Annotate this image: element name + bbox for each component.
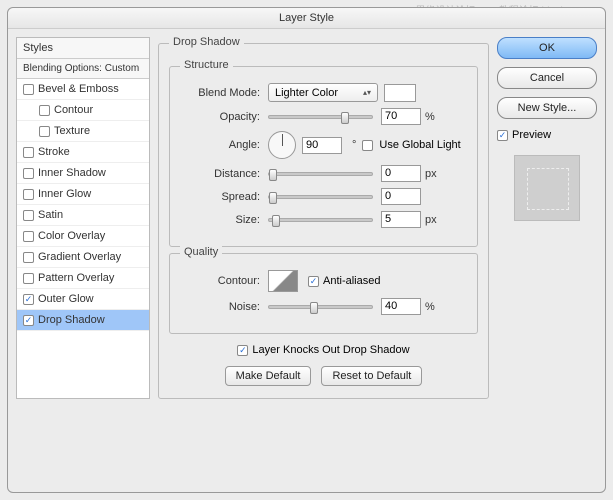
layer-style-dialog: Layer Style Styles Blending Options: Cus… (7, 7, 606, 493)
shadow-color-swatch[interactable] (384, 84, 416, 102)
blending-options-header[interactable]: Blending Options: Custom (17, 59, 149, 79)
reset-default-button[interactable]: Reset to Default (321, 366, 422, 386)
angle-label: Angle: (180, 139, 260, 151)
preview-thumbnail (514, 155, 580, 221)
spread-label: Spread: (180, 191, 260, 203)
style-item-label: Stroke (38, 146, 70, 158)
global-light-checkbox[interactable] (362, 140, 373, 151)
distance-label: Distance: (180, 168, 260, 180)
style-item-stroke[interactable]: Stroke (17, 142, 149, 163)
style-checkbox[interactable] (23, 189, 34, 200)
blend-mode-label: Blend Mode: (180, 87, 260, 99)
noise-slider[interactable] (268, 305, 373, 309)
noise-unit: % (425, 301, 435, 313)
structure-group: Structure Blend Mode: Lighter Color ▴▾ O… (169, 66, 478, 247)
global-light-label: Use Global Light (379, 139, 460, 151)
blend-mode-select[interactable]: Lighter Color ▴▾ (268, 83, 378, 102)
opacity-input[interactable]: 70 (381, 108, 421, 125)
contour-label: Contour: (180, 275, 260, 287)
size-input[interactable]: 5 (381, 211, 421, 228)
structure-legend: Structure (180, 59, 233, 71)
noise-input[interactable]: 40 (381, 298, 421, 315)
style-checkbox[interactable] (23, 147, 34, 158)
angle-unit: ° (352, 139, 356, 151)
styles-list: Styles Blending Options: Custom Bevel & … (16, 37, 150, 399)
opacity-slider[interactable] (268, 115, 373, 119)
quality-legend: Quality (180, 246, 222, 258)
size-unit: px (425, 214, 437, 226)
style-item-gradient-overlay[interactable]: Gradient Overlay (17, 247, 149, 268)
style-item-satin[interactable]: Satin (17, 205, 149, 226)
drop-shadow-group: Drop Shadow Structure Blend Mode: Lighte… (158, 43, 489, 399)
distance-unit: px (425, 168, 437, 180)
style-item-label: Contour (54, 104, 93, 116)
quality-group: Quality Contour: Anti-aliased Noise: 40 … (169, 253, 478, 334)
opacity-unit: % (425, 111, 435, 123)
style-item-label: Pattern Overlay (38, 272, 114, 284)
anti-aliased-checkbox[interactable] (308, 276, 319, 287)
style-checkbox[interactable] (23, 231, 34, 242)
style-item-label: Color Overlay (38, 230, 105, 242)
angle-input[interactable]: 90 (302, 137, 342, 154)
style-checkbox[interactable] (39, 105, 50, 116)
make-default-button[interactable]: Make Default (225, 366, 312, 386)
style-item-inner-shadow[interactable]: Inner Shadow (17, 163, 149, 184)
styles-header[interactable]: Styles (17, 38, 149, 59)
distance-slider[interactable] (268, 172, 373, 176)
style-checkbox[interactable] (23, 168, 34, 179)
style-item-drop-shadow[interactable]: Drop Shadow (17, 310, 149, 331)
spread-input[interactable]: 0 (381, 188, 421, 205)
blend-mode-value: Lighter Color (275, 87, 338, 99)
style-checkbox[interactable] (23, 273, 34, 284)
opacity-label: Opacity: (180, 111, 260, 123)
style-item-label: Satin (38, 209, 63, 221)
style-item-outer-glow[interactable]: Outer Glow (17, 289, 149, 310)
style-checkbox[interactable] (23, 315, 34, 326)
size-label: Size: (180, 214, 260, 226)
style-item-label: Outer Glow (38, 293, 94, 305)
style-checkbox[interactable] (39, 126, 50, 137)
distance-input[interactable]: 0 (381, 165, 421, 182)
style-item-color-overlay[interactable]: Color Overlay (17, 226, 149, 247)
style-item-label: Inner Shadow (38, 167, 106, 179)
style-item-label: Inner Glow (38, 188, 91, 200)
style-item-label: Texture (54, 125, 90, 137)
style-checkbox[interactable] (23, 84, 34, 95)
drop-shadow-legend: Drop Shadow (169, 36, 244, 48)
style-item-texture[interactable]: Texture (17, 121, 149, 142)
ok-button[interactable]: OK (497, 37, 597, 59)
knockout-label: Layer Knocks Out Drop Shadow (252, 344, 409, 356)
preview-checkbox[interactable] (497, 130, 508, 141)
noise-label: Noise: (180, 301, 260, 313)
size-slider[interactable] (268, 218, 373, 222)
style-item-label: Bevel & Emboss (38, 83, 119, 95)
select-arrows-icon: ▴▾ (363, 89, 371, 97)
style-checkbox[interactable] (23, 294, 34, 305)
style-checkbox[interactable] (23, 252, 34, 263)
cancel-button[interactable]: Cancel (497, 67, 597, 89)
style-item-bevel-emboss[interactable]: Bevel & Emboss (17, 79, 149, 100)
dialog-title: Layer Style (8, 8, 605, 29)
style-item-contour[interactable]: Contour (17, 100, 149, 121)
new-style-button[interactable]: New Style... (497, 97, 597, 119)
spread-slider[interactable] (268, 195, 373, 199)
contour-picker[interactable] (268, 270, 298, 292)
anti-aliased-label: Anti-aliased (323, 275, 380, 287)
style-item-label: Gradient Overlay (38, 251, 121, 263)
angle-dial[interactable] (268, 131, 296, 159)
style-item-inner-glow[interactable]: Inner Glow (17, 184, 149, 205)
preview-label: Preview (512, 129, 551, 141)
style-item-label: Drop Shadow (38, 314, 105, 326)
style-checkbox[interactable] (23, 210, 34, 221)
style-item-pattern-overlay[interactable]: Pattern Overlay (17, 268, 149, 289)
knockout-checkbox[interactable] (237, 345, 248, 356)
